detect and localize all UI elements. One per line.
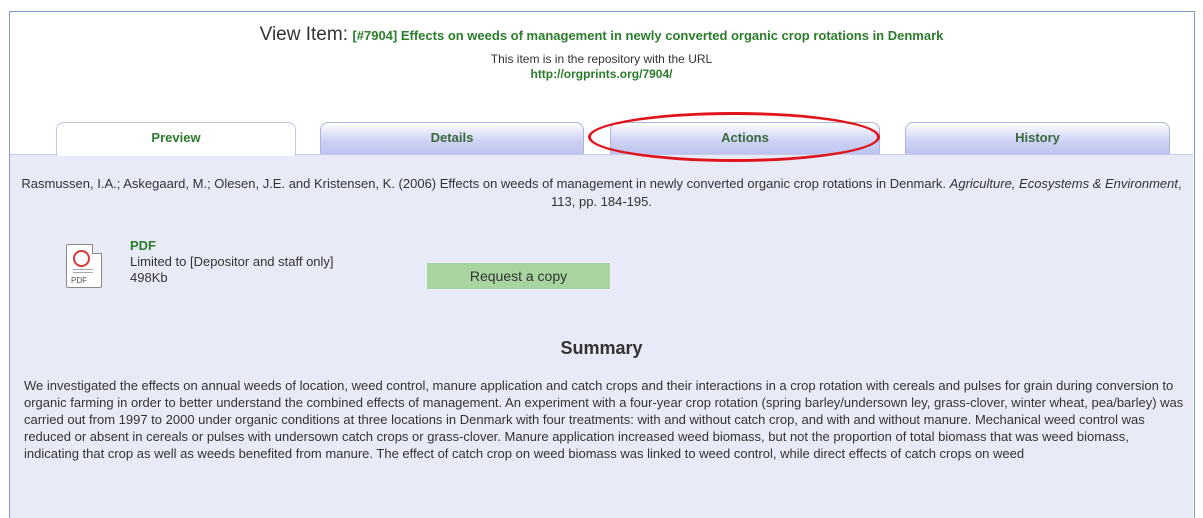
title-prefix: View Item: — [259, 24, 348, 45]
pdf-file-icon[interactable]: PDF — [66, 244, 102, 288]
pdf-icon-label: PDF — [71, 276, 87, 285]
repository-note: This item is in the repository with the … — [490, 52, 713, 66]
tab-preview[interactable]: Preview — [56, 122, 296, 156]
summary-heading: Summary — [560, 338, 643, 358]
document-access: Limited to [Depositor and staff only] — [130, 254, 334, 269]
item-title: [#7904] Effects on weeds of management i… — [352, 28, 944, 43]
tab-history[interactable]: History — [905, 122, 1170, 154]
citation-journal: Agriculture, Ecosystems & Environment — [949, 176, 1178, 191]
document-format-link[interactable]: PDF — [130, 238, 334, 254]
document-info: PDF Limited to [Depositor and staff only… — [130, 238, 334, 286]
item-url-link[interactable]: http://orgprints.org/7904/ — [0, 67, 1203, 81]
tab-details[interactable]: Details — [320, 122, 584, 154]
citation-main: Rasmussen, I.A.; Askegaard, M.; Olesen, … — [21, 176, 947, 191]
citation: Rasmussen, I.A.; Askegaard, M.; Olesen, … — [10, 175, 1193, 211]
actions-highlight-circle — [588, 112, 880, 162]
request-copy-button[interactable]: Request a copy — [427, 263, 610, 289]
page-title: View Item: [#7904] Effects on weeds of m… — [0, 24, 1203, 46]
document-size: 498Kb — [130, 270, 168, 285]
summary-text: We investigated the effects on annual we… — [24, 378, 1184, 461]
